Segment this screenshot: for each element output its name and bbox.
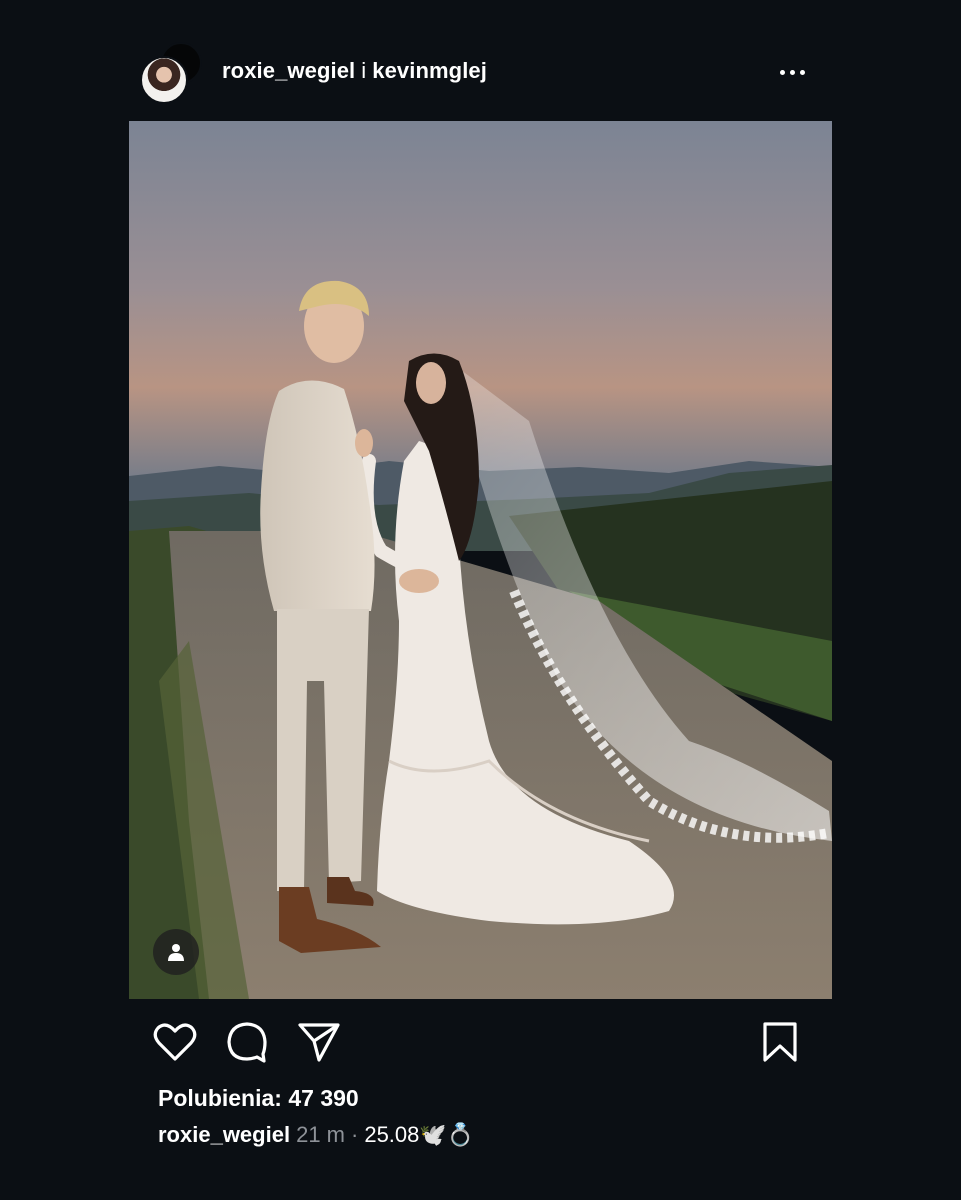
- avatar-primary: [140, 56, 188, 104]
- caption-separator: ·: [351, 1122, 359, 1147]
- caption-text: 25.08🕊️💍: [364, 1122, 475, 1147]
- person-tag-icon: [168, 944, 184, 961]
- bookmark-icon: [763, 1022, 797, 1062]
- caption-username[interactable]: roxie_wegiel: [158, 1122, 290, 1147]
- send-icon: [298, 1023, 340, 1062]
- caption-timestamp: 21 m: [296, 1122, 345, 1147]
- author-primary-link[interactable]: roxie_wegiel: [222, 58, 355, 83]
- avatar-stack[interactable]: [140, 42, 202, 104]
- post-image[interactable]: [129, 121, 832, 999]
- post-image-illustration: [129, 121, 832, 999]
- comment-icon: [227, 1022, 267, 1063]
- more-icon: [779, 69, 785, 75]
- more-icon-dot: [789, 69, 795, 75]
- like-button[interactable]: [153, 1020, 197, 1064]
- heart-icon: [153, 1023, 197, 1061]
- tagged-people-button[interactable]: [153, 929, 199, 975]
- save-button[interactable]: [758, 1020, 802, 1064]
- author-joiner: i: [361, 58, 367, 83]
- likes-count[interactable]: Polubienia: 47 390: [158, 1085, 359, 1112]
- author-secondary-link[interactable]: kevinmglej: [372, 58, 487, 83]
- share-button[interactable]: [297, 1020, 341, 1064]
- post-caption: roxie_wegiel 21 m · 25.08🕊️💍: [158, 1122, 474, 1148]
- comment-button[interactable]: [225, 1020, 269, 1064]
- more-options-button[interactable]: [772, 58, 812, 86]
- more-icon-dot: [799, 69, 805, 75]
- post-authors: roxie_wegiel i kevinmglej: [222, 58, 487, 84]
